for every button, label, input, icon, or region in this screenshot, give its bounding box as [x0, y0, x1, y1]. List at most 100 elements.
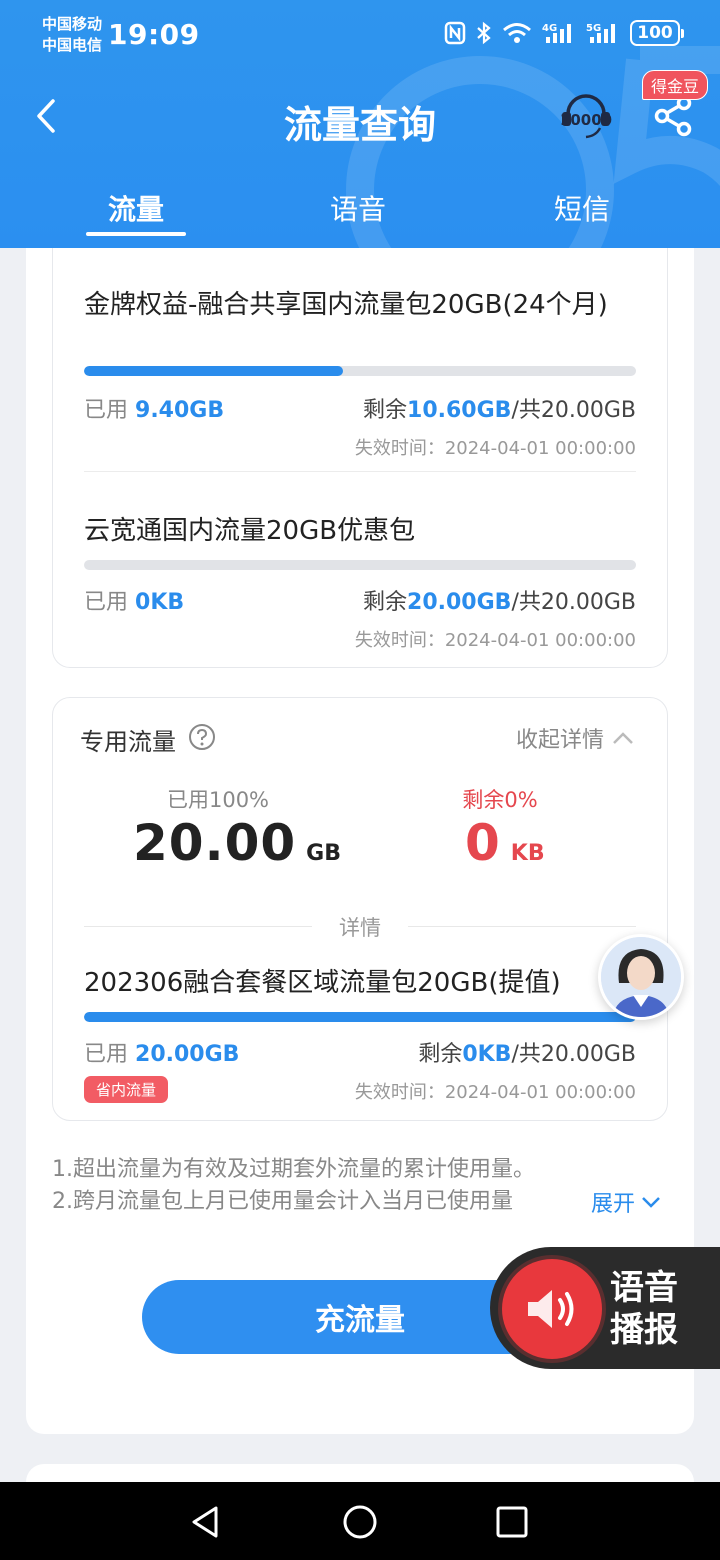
used-percent-label: 已用100%: [166, 788, 270, 812]
remain-amount-unit: KB: [510, 841, 545, 866]
package-name: 202306融合套餐区域流量包20GB(提值): [84, 968, 561, 998]
signal-4g-icon: 4G: [542, 23, 571, 43]
battery-indicator: 100: [630, 20, 684, 46]
used-value: 20.00GB: [135, 1042, 240, 1067]
tab-sms[interactable]: 短信: [512, 188, 652, 228]
expand-notes-button[interactable]: 展开: [589, 1186, 662, 1218]
tab-data[interactable]: 流量: [66, 188, 206, 228]
remain-percent-label: 剩余0%: [462, 788, 538, 812]
bluetooth-icon: [477, 21, 491, 45]
customer-service-10000-icon[interactable]: 10000: [560, 90, 612, 142]
svg-text:5G: 5G: [586, 23, 601, 34]
detail-label: 详情: [339, 916, 381, 940]
used-amount-unit: GB: [306, 841, 341, 866]
carrier-2: 中国电信: [42, 36, 103, 54]
svg-text:4G: 4G: [542, 23, 557, 34]
package-item[interactable]: 云宽通国内流量20GB优惠包 已用 0KB 剩余20.00GB/共20.00GB…: [84, 514, 636, 654]
expand-label: 展开: [591, 1192, 636, 1217]
expire-label: 失效时间：: [354, 438, 445, 459]
svg-text:10000: 10000: [560, 111, 612, 129]
usage-progress-bar: [84, 366, 636, 376]
usage-progress-bar: [84, 560, 636, 570]
usage-progress-fill: [84, 1012, 636, 1022]
remain-label: 剩余: [363, 398, 408, 423]
nfc-icon: [444, 21, 466, 45]
page-title: 流量查询: [283, 103, 436, 147]
carrier-labels: 中国移动 中国电信: [42, 14, 102, 56]
used-value: 9.40GB: [135, 398, 225, 423]
remain-value: 10.60GB: [407, 398, 512, 423]
voice-label-line-2: 播报: [610, 1310, 678, 1350]
remain-value: 0KB: [462, 1042, 512, 1067]
header: 中国移动 中国电信 19:09 4G 5G 100 流量查询 10000 得金豆…: [0, 0, 720, 248]
usage-row: 已用 9.40GB 剩余10.60GB/共20.00GB: [84, 392, 636, 424]
help-icon[interactable]: [188, 723, 216, 751]
nav-recents-icon[interactable]: [492, 1502, 532, 1542]
system-navigation-bar: [0, 1482, 720, 1560]
usage-row: 已用 20.00GB 剩余0KB/共20.00GB: [84, 1036, 636, 1068]
package-item[interactable]: 202306融合套餐区域流量包20GB(提值) 已用 20.00GB 剩余0KB…: [84, 966, 636, 1103]
nav-bar: 流量查询 10000: [0, 72, 720, 162]
detail-divider-right: [408, 926, 636, 927]
used-label: 已用: [84, 398, 129, 423]
carrier-1: 中国移动: [42, 15, 103, 33]
remain-label: 剩余: [418, 1042, 463, 1067]
expire-time: 失效时间：2024-04-01 00:00:00: [355, 434, 636, 460]
divider: [84, 471, 636, 472]
wifi-icon: [503, 23, 531, 43]
used-label: 已用: [84, 590, 129, 615]
remain-label: 剩余: [363, 590, 408, 615]
used-label: 已用: [84, 1042, 129, 1067]
remain-amount-value: 0: [465, 814, 501, 872]
voice-broadcast-button[interactable]: 语音 播报: [490, 1247, 720, 1369]
collapse-details-button[interactable]: 收起详情: [516, 722, 634, 754]
expire-value: 2024-04-01 00:00:00: [444, 438, 636, 459]
remain-value: 20.00GB: [407, 590, 512, 615]
note-line-1: 1.超出流量为有效及过期套外流量的累计使用量。: [52, 1157, 535, 1182]
voice-label-line-1: 语音: [610, 1268, 678, 1308]
nav-back-icon[interactable]: [186, 1502, 226, 1542]
package-name: 云宽通国内流量20GB优惠包: [84, 516, 416, 546]
usage-progress-fill: [84, 366, 344, 376]
assistant-avatar-image: [601, 937, 681, 1017]
tab-bar: 流量 语音 短信: [0, 178, 720, 248]
expire-value: 2024-04-01 00:00:00: [444, 1082, 636, 1103]
used-amount: 20.00 GB: [133, 814, 341, 872]
clock: 19:09: [108, 18, 200, 51]
remain-info: 剩余10.60GB/共20.00GB: [363, 392, 636, 424]
speaker-icon: [528, 1290, 574, 1328]
status-bar: 中国移动 中国电信 19:09 4G 5G 100: [0, 0, 720, 72]
remain-info: 剩余0KB/共20.00GB: [418, 1036, 636, 1068]
remain-info: 剩余20.00GB/共20.00GB: [363, 584, 636, 616]
package-item[interactable]: 金牌权益-融合共享国内流量包20GB(24个月) 已用 9.40GB 剩余10.…: [84, 288, 636, 460]
expire-value: 2024-04-01 00:00:00: [444, 630, 636, 651]
nav-home-icon[interactable]: [340, 1502, 380, 1542]
note-line-2: 2.跨月流量包上月已使用量会计入当月已使用量: [52, 1189, 513, 1214]
speaker-button: [502, 1259, 602, 1359]
package-name: 金牌权益-融合共享国内流量包20GB(24个月): [84, 290, 608, 320]
total-value: /共20.00GB: [511, 1042, 636, 1067]
expire-time: 失效时间：2024-04-01 00:00:00: [355, 626, 636, 652]
usage-progress-bar: [84, 1012, 636, 1022]
expire-time: 失效时间：2024-04-01 00:00:00: [355, 1078, 636, 1104]
status-icons: 4G 5G 100: [444, 20, 684, 46]
assistant-avatar[interactable]: [598, 934, 684, 1020]
voice-broadcast-label: 语音 播报: [610, 1267, 700, 1351]
tab-voice[interactable]: 语音: [288, 188, 428, 228]
used-amount-value: 20.00: [133, 814, 297, 872]
used-value: 0KB: [135, 590, 185, 615]
share-icon[interactable]: [652, 94, 696, 138]
expire-label: 失效时间：: [354, 630, 445, 651]
expire-label: 失效时间：: [354, 1082, 445, 1103]
collapse-label: 收起详情: [516, 728, 605, 753]
remain-amount: 0 KB: [465, 814, 545, 872]
signal-5g-icon: 5G: [586, 23, 615, 43]
province-data-tag: 省内流量: [84, 1076, 169, 1103]
usage-row: 已用 0KB 剩余20.00GB/共20.00GB: [84, 584, 636, 616]
chevron-down-icon: [642, 1197, 660, 1208]
special-data-title: 专用流量: [80, 728, 176, 756]
usage-notes: 1.超出流量为有效及过期套外流量的累计使用量。 2.跨月流量包上月已使用量会计入…: [52, 1154, 592, 1218]
total-value: /共20.00GB: [511, 398, 636, 423]
gold-beans-badge[interactable]: 得金豆: [642, 70, 709, 100]
active-tab-indicator: [86, 232, 186, 236]
